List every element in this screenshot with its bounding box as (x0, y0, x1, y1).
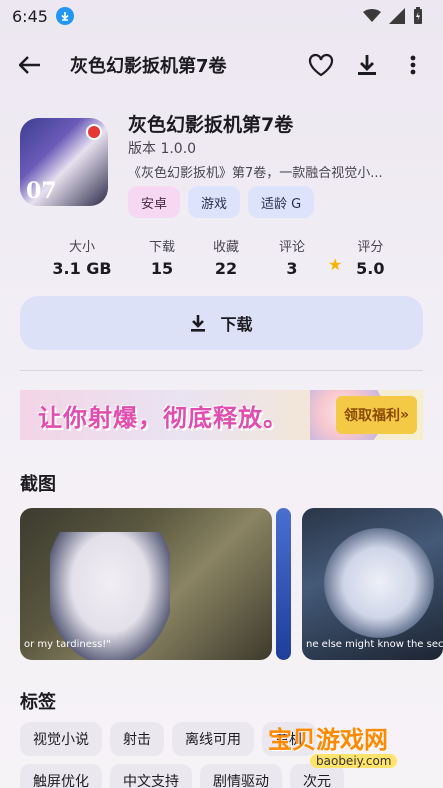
star-icon: ★ (328, 255, 343, 274)
screenshot-3[interactable]: ne else might know the security (302, 508, 443, 660)
stat-rating: 评分 5.0 (356, 240, 385, 278)
stat-downloads: 下载 15 (148, 240, 175, 278)
download-button-label: 下载 (220, 315, 253, 334)
tag-chip[interactable]: 射击 (110, 722, 164, 756)
download-icon (191, 315, 206, 332)
promo-banner[interactable]: 让你射爆，彻底释放。 领取福利» (20, 390, 423, 440)
stats-row: 大小 3.1 GB 下载 15 收藏 22 评论 3 ★ 评分 5.0 (40, 236, 410, 280)
tag-chip[interactable]: 离线可用 (172, 722, 254, 756)
divider (20, 370, 423, 371)
download-button[interactable]: 下载 (20, 296, 423, 350)
screenshot-2[interactable] (276, 508, 291, 660)
watermark-logo: 宝贝游戏网 baobeiy.com (262, 704, 412, 774)
status-icons (363, 7, 423, 25)
chip-category[interactable]: 游戏 (188, 186, 241, 218)
app-chips: 安卓 游戏 适龄 G (128, 186, 315, 218)
tag-chip[interactable]: 视觉小说 (20, 722, 102, 756)
banner-badge: 领取福利» (335, 396, 417, 434)
banner-text: 让你射爆，彻底释放。 (38, 404, 288, 432)
app-name: 灰色幻影扳机第7卷 (128, 114, 294, 136)
stat-comments[interactable]: 评论 3 (256, 236, 328, 280)
app-icon-number: 07 (26, 178, 57, 204)
app-header: 07 灰色幻影扳机第7卷 版本 1.0.0 《灰色幻影扳机》第7卷，一款融合视觉… (20, 108, 430, 218)
wifi-icon (363, 9, 381, 22)
download-toolbar-button[interactable] (349, 47, 385, 83)
arrow-left-icon (19, 56, 40, 74)
battery-icon (414, 7, 422, 24)
status-bar: 6:45 (0, 0, 443, 32)
status-time: 6:45 (12, 6, 48, 26)
screenshots-carousel[interactable]: or my tardiness!" ne else might know the… (20, 508, 443, 660)
heart-icon (308, 53, 334, 77)
app-version: 版本 1.0.0 (128, 141, 197, 157)
screenshot-character (324, 528, 434, 638)
screenshots-title: 截图 (20, 474, 56, 495)
favorite-button[interactable] (303, 47, 339, 83)
chip-age-rating[interactable]: 适龄 G (248, 186, 315, 218)
tag-chip[interactable]: 触屏优化 (20, 764, 102, 788)
download-notification-icon (55, 7, 74, 25)
more-vert-icon (410, 55, 416, 75)
back-button[interactable] (12, 47, 48, 83)
download-icon (358, 55, 376, 75)
stat-favorites: 收藏 22 (212, 240, 239, 278)
chip-platform[interactable]: 安卓 (128, 186, 181, 218)
screenshot-1[interactable]: or my tardiness!" (20, 508, 272, 660)
tags-title: 标签 (20, 692, 56, 713)
tag-chip[interactable]: 中文支持 (110, 764, 192, 788)
more-options-button[interactable] (395, 47, 431, 83)
page-title: 灰色幻影扳机第7卷 (70, 56, 227, 77)
app-icon-badge (86, 124, 102, 140)
app-description[interactable]: 《灰色幻影扳机》第7卷，一款融合视觉小... (128, 162, 430, 181)
stat-size: 大小 3.1 GB (52, 240, 112, 278)
top-app-bar: 灰色幻影扳机第7卷 (0, 40, 443, 90)
app-icon: 07 (20, 118, 108, 206)
signal-icon (389, 8, 405, 24)
